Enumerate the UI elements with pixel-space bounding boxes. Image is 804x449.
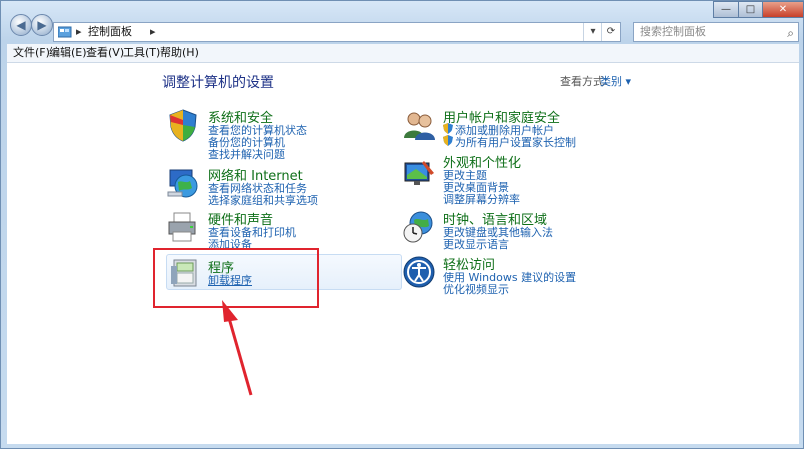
link-parental-controls[interactable]: 为所有用户设置家长控制 [455,134,576,150]
address-bar[interactable]: ▸ 控制面板 ▸ ▾ ⟳ [53,22,621,42]
control-panel-icon [58,26,72,38]
users-icon[interactable] [402,108,436,142]
ease-of-access-icon[interactable] [402,255,436,289]
link-homegroup-sharing[interactable]: 选择家庭组和共享选项 [208,192,318,208]
menu-tools[interactable]: 工具(T) [123,44,160,61]
monitor-paint-icon[interactable] [402,157,436,191]
link-screen-resolution[interactable]: 调整屏幕分辨率 [443,191,520,207]
back-button[interactable]: ◀ [10,14,32,36]
refresh-icon[interactable]: ⟳ [601,23,620,41]
minimize-button[interactable]: — [713,1,739,18]
search-input[interactable]: 搜索控制面板 ⌕ [633,22,799,42]
search-icon[interactable]: ⌕ [787,24,794,42]
menu-edit[interactable]: 编辑(E) [49,44,87,61]
link-troubleshoot[interactable]: 查找并解决问题 [208,146,285,162]
address-separator: ▸ [76,25,82,38]
clock-globe-icon[interactable] [402,210,436,244]
shield-icon[interactable] [166,108,200,142]
address-dropdown-icon[interactable]: ▾ [583,23,602,41]
annotation-highlight-box [153,248,319,308]
close-button[interactable]: ✕ [762,1,804,18]
link-change-display-language[interactable]: 更改显示语言 [443,236,509,252]
view-by-dropdown[interactable]: 类别 ▾ [600,73,631,89]
uac-shield-icon [443,123,453,134]
breadcrumb-control-panel[interactable]: 控制面板 [88,23,132,41]
forward-button[interactable]: ▶ [31,14,53,36]
printer-icon[interactable] [166,210,200,244]
menu-help[interactable]: 帮助(H) [160,44,199,61]
breadcrumb-arrow[interactable]: ▸ [150,23,156,41]
menu-view[interactable]: 查看(V) [86,44,124,61]
menu-file[interactable]: 文件(F) [13,44,50,61]
page-title: 调整计算机的设置 [162,75,274,91]
forward-arrow-icon: ▶ [37,18,47,32]
link-optimize-display[interactable]: 优化视频显示 [443,281,509,297]
menu-bar: 文件(F) 编辑(E) 查看(V) 工具(T) 帮助(H) [7,44,799,63]
back-arrow-icon: ◀ [16,18,26,32]
globe-network-icon[interactable] [166,166,200,200]
uac-shield-icon [443,135,453,146]
maximize-button[interactable]: □ [738,1,763,18]
search-placeholder: 搜索控制面板 [640,25,706,38]
title-bar: ◀ ▶ ▸ 控制面板 ▸ ▾ ⟳ 搜索控制面板 ⌕ — □ ✕ [1,1,804,43]
